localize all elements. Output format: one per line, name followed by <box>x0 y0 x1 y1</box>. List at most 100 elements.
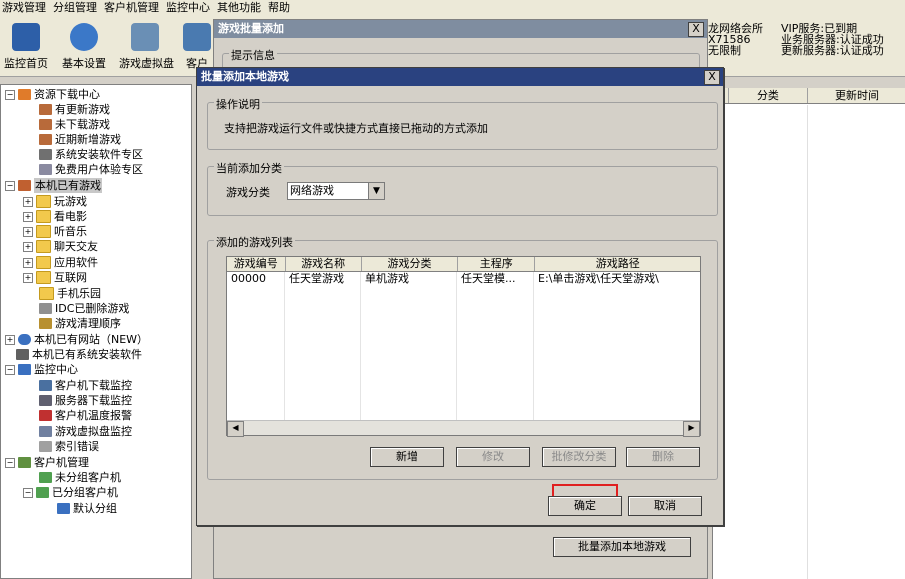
computer-icon <box>57 503 70 514</box>
game-list-header: 分类 更新时间 <box>713 88 905 104</box>
user-icon <box>39 134 52 145</box>
menu-monitor[interactable]: 监控中心 <box>164 0 215 15</box>
category-label: 游戏分类 <box>226 186 270 199</box>
tree-item-has-update[interactable]: 有更新游戏 <box>39 102 110 117</box>
basic-settings-button[interactable]: 基本设置 <box>58 23 110 75</box>
resource-tree: − 资源下载中心 有更新游戏 未下载游戏 近期新增游戏 系统安装软件专区 免费用户… <box>0 84 192 579</box>
chevron-down-icon[interactable]: ▼ <box>368 183 384 199</box>
col-update-time[interactable]: 更新时间 <box>808 88 905 103</box>
globe-icon <box>18 334 31 345</box>
user-icon <box>39 104 52 115</box>
grid-icon <box>39 149 52 160</box>
monitor-chart-icon <box>12 23 40 51</box>
folder-icon <box>36 256 51 269</box>
broom-icon <box>39 318 52 329</box>
document-icon <box>39 441 52 452</box>
tree-item-movies[interactable]: + 看电影 <box>23 209 87 224</box>
batch-add-titlebar: 游戏批量添加 X <box>214 20 707 38</box>
tree-item-sys-software[interactable]: 系统安装软件专区 <box>39 147 143 162</box>
game-vdisk-button[interactable]: 游戏虚拟盘 <box>119 23 174 75</box>
download-icon <box>18 89 31 100</box>
menu-group-mgmt[interactable]: 分组管理 <box>51 0 102 15</box>
document-icon <box>39 303 52 314</box>
disk-icon <box>39 426 52 437</box>
tree-item-resource-center[interactable]: − 资源下载中心 <box>5 87 100 102</box>
tree-item-internet[interactable]: + 互联网 <box>23 270 87 285</box>
network-icon <box>18 457 31 468</box>
client-icon <box>183 23 211 51</box>
server-status: VIP服务:已到期 业务服务器:认证成功 更新服务器:认证成功 <box>781 22 884 57</box>
folder-icon <box>36 195 51 208</box>
monitor-home-button[interactable]: 监控首页 <box>0 23 52 75</box>
cafe-info: 龙网络会所 X71586 无限制 <box>708 22 763 57</box>
close-icon[interactable]: X <box>704 70 720 85</box>
instructions-group: 操作说明 支持把游戏运行文件或快捷方式直接已拖动的方式添加 <box>207 96 718 150</box>
folder-icon <box>36 271 51 284</box>
batch-edit-category-button[interactable]: 批修改分类 <box>542 447 616 467</box>
batch-add-local-games-button[interactable]: 批量添加本地游戏 <box>553 537 691 557</box>
printer-icon <box>39 164 52 175</box>
computer-icon <box>39 472 52 483</box>
tree-item-local-sys-software[interactable]: 本机已有系统安装软件 <box>16 347 142 362</box>
category-select[interactable]: 网络游戏 ▼ <box>287 182 385 200</box>
tree-item-client-mgmt[interactable]: − 客户机管理 <box>5 455 89 470</box>
server-icon <box>39 395 52 406</box>
tree-item-default-group[interactable]: 默认分组 <box>57 501 117 516</box>
close-icon[interactable]: X <box>688 22 704 37</box>
folder-icon <box>36 240 51 253</box>
tree-item-apps[interactable]: + 应用软件 <box>23 255 98 270</box>
tree-item-monitor-center[interactable]: − 监控中心 <box>5 362 78 377</box>
game-list-header: 游戏编号 游戏名称 游戏分类 主程序 游戏路径 <box>227 257 700 272</box>
tree-item-client-download[interactable]: 客户机下载监控 <box>39 378 132 393</box>
game-list[interactable]: 游戏编号 游戏名称 游戏分类 主程序 游戏路径 00000 任天堂游戏 单机游戏… <box>226 256 701 437</box>
tree-item-free-trial[interactable]: 免费用户体验专区 <box>39 162 143 177</box>
grid-icon <box>16 349 29 360</box>
menu-help[interactable]: 帮助 <box>266 0 295 15</box>
col-game-path[interactable]: 游戏路径 <box>535 257 700 271</box>
tree-item-server-download[interactable]: 服务器下载监控 <box>39 393 132 408</box>
tree-item-index-error[interactable]: 索引错误 <box>39 439 99 454</box>
cancel-button[interactable]: 取消 <box>628 496 702 516</box>
col-category[interactable]: 分类 <box>729 88 809 103</box>
delete-button[interactable]: 删除 <box>626 447 700 467</box>
ok-button[interactable]: 确定 <box>548 496 622 516</box>
col-game-name[interactable]: 游戏名称 <box>286 257 362 271</box>
tree-item-ungrouped[interactable]: 未分组客户机 <box>39 470 121 485</box>
user-icon <box>39 119 52 130</box>
folder-icon <box>36 225 51 238</box>
table-row[interactable]: 00000 任天堂游戏 单机游戏 任天堂模... E:\单击游戏\任天堂游戏\ <box>227 272 700 286</box>
horizontal-scrollbar[interactable]: ◀ ▶ <box>227 420 700 437</box>
thermometer-icon <box>39 410 52 421</box>
tree-item-play-games[interactable]: + 玩游戏 <box>23 194 87 209</box>
menu-other[interactable]: 其他功能 <box>215 0 266 15</box>
menu-bar: 游戏管理 分组管理 客户机管理 监控中心 其他功能 帮助 <box>0 0 905 15</box>
add-button[interactable]: 新增 <box>370 447 444 467</box>
disk-icon <box>131 23 159 51</box>
tree-item-idc-deleted[interactable]: IDC已删除游戏 <box>39 301 129 316</box>
computer-icon <box>39 380 52 391</box>
scroll-left-icon[interactable]: ◀ <box>227 421 244 437</box>
tree-item-chat[interactable]: + 聊天交友 <box>23 239 98 254</box>
col-game-id[interactable]: 游戏编号 <box>227 257 286 271</box>
tree-item-local-sites[interactable]: + 本机已有网站（NEW） <box>5 332 148 347</box>
tree-item-mobile[interactable]: 手机乐园 <box>39 286 101 301</box>
tree-item-vdisk-monitor[interactable]: 游戏虚拟盘监控 <box>39 424 132 439</box>
tree-item-grouped[interactable]: − 已分组客户机 <box>23 485 118 500</box>
tree-item-music[interactable]: + 听音乐 <box>23 224 87 239</box>
gear-icon <box>70 23 98 51</box>
tree-item-recent-new[interactable]: 近期新增游戏 <box>39 132 121 147</box>
menu-client-mgmt[interactable]: 客户机管理 <box>102 0 164 15</box>
col-game-category[interactable]: 游戏分类 <box>362 257 459 271</box>
tree-item-local-games[interactable]: − 本机已有游戏 <box>5 178 102 193</box>
tree-item-not-downloaded[interactable]: 未下载游戏 <box>39 117 110 132</box>
game-list-group: 添加的游戏列表 游戏编号 游戏名称 游戏分类 主程序 游戏路径 00000 任天… <box>207 234 718 480</box>
folder-icon <box>39 287 54 300</box>
tree-item-client-temp[interactable]: 客户机温度报警 <box>39 408 132 423</box>
tree-item-cleanup-order[interactable]: 游戏清理顺序 <box>39 316 121 331</box>
scroll-right-icon[interactable]: ▶ <box>683 421 700 437</box>
category-group: 当前添加分类 游戏分类 网络游戏 ▼ <box>207 160 718 216</box>
col-main-program[interactable]: 主程序 <box>458 257 536 271</box>
instructions-text: 支持把游戏运行文件或快捷方式直接已拖动的方式添加 <box>224 122 488 135</box>
edit-button[interactable]: 修改 <box>456 447 530 467</box>
menu-game-mgmt[interactable]: 游戏管理 <box>0 0 51 15</box>
